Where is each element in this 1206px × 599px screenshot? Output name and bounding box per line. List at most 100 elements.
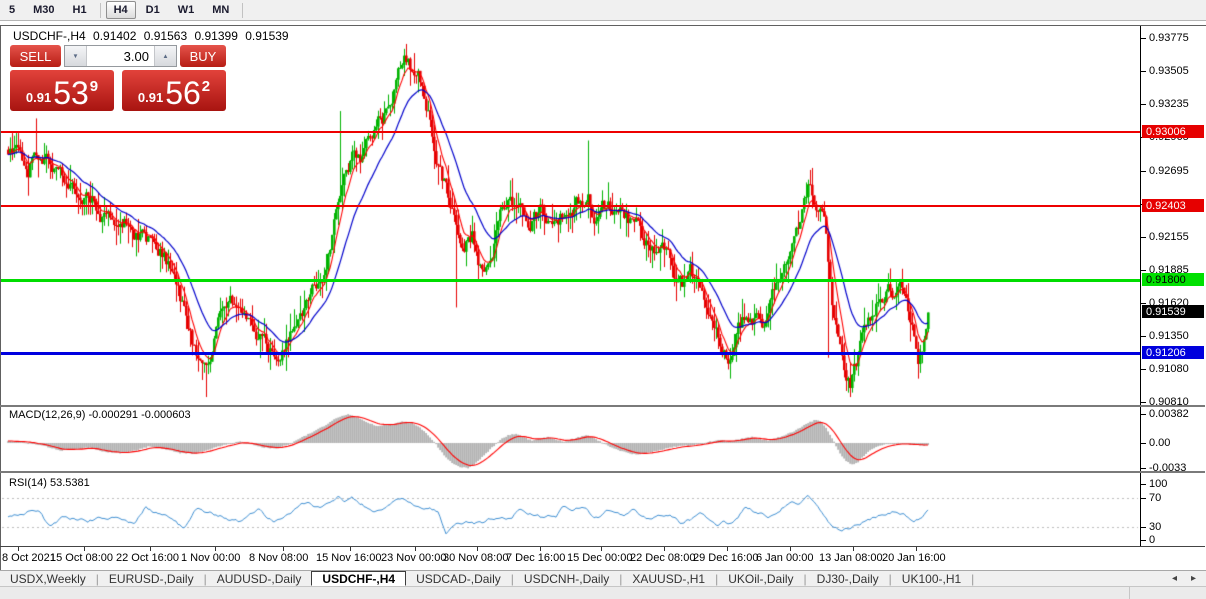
date-tick-label: 30 Nov 08:00 [443, 552, 509, 564]
tabs-scroll-right-icon[interactable]: ▸ [1191, 573, 1196, 584]
hline-resistance-upper[interactable] [1, 131, 1140, 134]
axis-tick-dash [1141, 236, 1146, 238]
axis-tick-dash [1141, 71, 1146, 73]
axis-tick-dash [1141, 270, 1146, 271]
chevron-up-icon: ▲ [162, 52, 169, 60]
timeframe-button-d1[interactable]: D1 [138, 1, 168, 19]
axis-tick-dash [1141, 104, 1146, 106]
date-tick-label: 6 Jan 00:00 [756, 552, 814, 564]
buy-price-box[interactable]: 0.91 56 2 [122, 70, 226, 111]
axis-tick-dash [1141, 484, 1146, 485]
axis-tick-dash [1141, 527, 1146, 529]
ohlc-low: 0.91399 [194, 29, 238, 43]
chart-tab-bar: USDX,Weekly | EURUSD-,Daily | AUDUSD-,Daily U… [0, 570, 1206, 586]
axis-tick-dash [1141, 443, 1146, 444]
tab-separator: | [971, 571, 975, 586]
date-tick-dash [540, 547, 541, 551]
volume-increase-button[interactable]: ▲ [154, 46, 176, 66]
axis-tick-dash [1141, 302, 1146, 304]
axis-tick-dash [1141, 413, 1146, 415]
tab-xauusd-h1[interactable]: XAUUSD-,H1 [622, 571, 715, 586]
rsi-tick-label: 70 [1149, 491, 1162, 504]
tab-usdx-weekly[interactable]: USDX,Weekly [0, 571, 96, 586]
date-tick-dash [853, 547, 854, 551]
tab-usdcad-daily[interactable]: USDCAD-,Daily [406, 571, 511, 586]
tab-uk100-h1[interactable]: UK100-,H1 [892, 571, 971, 586]
date-tick-dash [215, 547, 216, 551]
macd-tick-label: 0.00382 [1149, 407, 1189, 420]
rsi-tick-label: 30 [1149, 521, 1162, 534]
hline-support-green[interactable] [1, 278, 1140, 282]
price-level-label: 0.91206 [1142, 346, 1204, 360]
date-tick-label: 22 Dec 08:00 [630, 552, 696, 564]
date-tick-label: 15 Oct 08:00 [50, 552, 113, 564]
date-tick-label: 8 Nov 08:00 [249, 552, 309, 564]
price-tick-label: 0.93505 [1149, 65, 1189, 78]
date-tick-label: 8 Oct 2021 [2, 552, 56, 564]
timeframe-button-w1[interactable]: W1 [170, 1, 203, 19]
timeframe-button-5[interactable]: 5 [1, 1, 23, 19]
tab-audusd-daily[interactable]: AUDUSD-,Daily [207, 571, 312, 586]
price-tick-label: 0.92695 [1149, 164, 1189, 177]
price-tick-label: 0.91080 [1149, 362, 1189, 375]
timeframe-button-m30[interactable]: M30 [25, 1, 62, 19]
axis-tick-dash [1141, 368, 1146, 370]
hline-resistance-lower[interactable] [1, 205, 1140, 208]
date-tick-dash [150, 547, 151, 551]
tab-usdchf-h4[interactable]: USDCHF-,H4 [311, 571, 407, 586]
date-tick-label: 7 Dec 16:00 [506, 552, 566, 564]
date-tick-dash [415, 547, 416, 551]
sell-button[interactable]: SELL [10, 45, 61, 67]
pane-divider-bottom [0, 546, 1205, 547]
mt4-terminal: 5 M30 H1 H4 D1 W1 MN USDCHF-,H4 0.91402 0.9156… [0, 0, 1206, 599]
date-tick-dash [601, 547, 602, 551]
axis-tick-dash [1141, 170, 1146, 172]
sell-price-box[interactable]: 0.91 53 9 [10, 70, 114, 111]
axis-tick-dash [1141, 540, 1146, 541]
price-tick-label: 0.91350 [1149, 329, 1189, 342]
buy-price-big: 56 [165, 75, 201, 111]
status-cell-divider [1129, 586, 1130, 599]
sell-price-sup: 9 [89, 78, 99, 95]
date-tick-dash [18, 547, 19, 551]
tab-usdcnh-daily[interactable]: USDCNH-,Daily [514, 571, 619, 586]
chevron-down-icon: ▼ [72, 52, 79, 60]
timeframe-button-h1[interactable]: H1 [65, 1, 95, 19]
sell-price-prefix: 0.91 [25, 90, 52, 105]
buy-button[interactable]: BUY [179, 45, 226, 67]
ohlc-open: 0.91402 [93, 29, 137, 43]
volume-decrease-button[interactable]: ▼ [64, 46, 86, 66]
tab-eurusd-daily[interactable]: EURUSD-,Daily [99, 571, 204, 586]
rsi-indicator-label: RSI(14) 53.5381 [9, 477, 90, 489]
tabs-scroll-left-icon[interactable]: ◂ [1172, 573, 1177, 584]
toolbar-separator [242, 2, 244, 18]
pane-divider-rsi[interactable] [0, 471, 1205, 473]
tab-ukoil-daily[interactable]: UKOil-,Daily [718, 571, 803, 586]
timeframe-button-mn[interactable]: MN [204, 1, 237, 19]
date-tick-dash [283, 547, 284, 551]
date-tick-label: 29 Dec 16:00 [693, 552, 759, 564]
hline-support-blue[interactable] [1, 351, 1140, 355]
date-tick-dash [727, 547, 728, 551]
volume-field[interactable]: 3.00 [85, 46, 155, 66]
date-tick-dash [664, 547, 665, 551]
timeframe-toolbar: 5 M30 H1 H4 D1 W1 MN [0, 0, 1206, 21]
axis-tick-dash [1141, 335, 1146, 337]
tab-dj30-daily[interactable]: DJ30-,Daily [807, 571, 889, 586]
date-tick-dash [84, 547, 85, 551]
price-level-label: 0.91800 [1142, 273, 1204, 287]
macd-indicator-label: MACD(12,26,9) -0.000291 -0.000603 [9, 409, 191, 421]
buy-price-sup: 2 [201, 78, 211, 95]
ohlc-close: 0.91539 [245, 29, 289, 43]
axis-tick-dash [1141, 468, 1146, 470]
date-tick-dash [916, 547, 917, 551]
date-tick-label: 1 Nov 00:00 [181, 552, 241, 564]
pane-divider-macd[interactable] [0, 405, 1205, 407]
rsi-tick-label: 100 [1149, 478, 1168, 490]
date-tick-label: 13 Jan 08:00 [819, 552, 883, 564]
buy-price-prefix: 0.91 [137, 90, 164, 105]
date-tick-label: 15 Dec 00:00 [567, 552, 633, 564]
toolbar-separator [99, 2, 101, 18]
date-tick-dash [350, 547, 351, 551]
timeframe-button-h4[interactable]: H4 [105, 1, 136, 19]
